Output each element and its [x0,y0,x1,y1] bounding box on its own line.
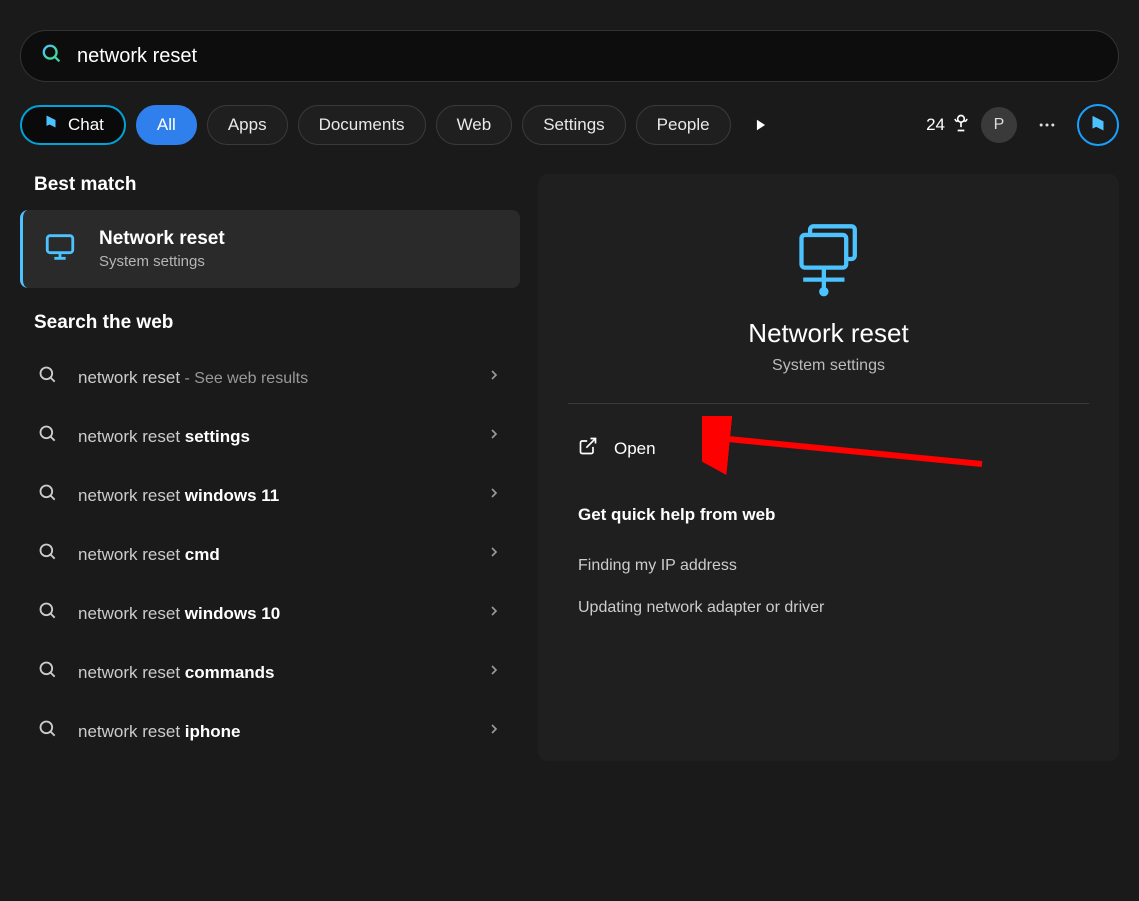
user-avatar[interactable]: P [981,107,1017,143]
help-item[interactable]: Finding my IP address [568,545,1089,587]
web-result-text: network reset settings [78,427,466,447]
web-result-text: network reset cmd [78,545,466,565]
search-icon [38,424,58,449]
chevron-right-icon [486,367,502,388]
detail-panel: Network reset System settings Open Get q… [538,174,1119,761]
web-result-text: network reset iphone [78,722,466,742]
search-icon [38,542,58,567]
search-icon [38,365,58,390]
search-input[interactable] [77,45,1098,68]
open-label: Open [614,439,656,459]
best-match-item[interactable]: Network reset System settings [20,210,520,288]
web-result-item[interactable]: network reset cmd [20,525,520,584]
divider [568,403,1089,404]
web-result-item[interactable]: network reset windows 11 [20,466,520,525]
web-result-item[interactable]: network reset - See web results [20,348,520,407]
filter-apps[interactable]: Apps [207,105,288,145]
points-value: 24 [926,115,945,135]
web-result-text: network reset commands [78,663,466,683]
best-match-title: Network reset [99,228,225,250]
web-result-text: network reset windows 10 [78,604,466,624]
quick-help-header: Get quick help from web [568,505,1089,525]
web-result-item[interactable]: network reset commands [20,643,520,702]
search-icon [38,719,58,744]
external-link-icon [578,436,598,461]
bing-chat-icon [42,114,60,137]
rewards-points[interactable]: 24 [926,113,971,138]
bing-chat-button[interactable] [1077,104,1119,146]
help-list: Finding my IP addressUpdating network ad… [568,545,1089,629]
filter-all[interactable]: All [136,105,197,145]
filter-settings[interactable]: Settings [522,105,625,145]
search-web-header: Search the web [20,312,520,334]
open-button[interactable]: Open [568,428,1089,469]
trophy-icon [951,113,971,138]
chat-pill[interactable]: Chat [20,105,126,145]
search-icon [38,483,58,508]
filter-documents[interactable]: Documents [298,105,426,145]
web-result-item[interactable]: network reset settings [20,407,520,466]
chat-label: Chat [68,115,104,135]
filter-row: Chat All Apps Documents Web Settings Peo… [20,104,1119,146]
web-result-text: network reset windows 11 [78,486,466,506]
chevron-right-icon [486,426,502,447]
monitor-icon [43,230,77,269]
web-result-text: network reset - See web results [78,368,466,388]
chevron-right-icon [486,721,502,742]
search-bar[interactable] [20,30,1119,82]
filter-people[interactable]: People [636,105,731,145]
panel-title: Network reset [568,318,1089,349]
best-match-subtitle: System settings [99,253,225,270]
arrow-annotation [702,416,992,476]
network-reset-icon [784,214,874,304]
more-filters-icon[interactable] [741,105,781,145]
more-icon[interactable] [1027,105,1067,145]
chevron-right-icon [486,544,502,565]
search-icon [38,660,58,685]
best-match-header: Best match [20,174,520,196]
filter-web[interactable]: Web [436,105,513,145]
help-item[interactable]: Updating network adapter or driver [568,587,1089,629]
content: Best match Network reset System settings… [20,174,1119,761]
left-column: Best match Network reset System settings… [20,174,520,761]
web-results-list: network reset - See web results network … [20,348,520,761]
chevron-right-icon [486,485,502,506]
chevron-right-icon [486,662,502,683]
web-result-item[interactable]: network reset iphone [20,702,520,761]
search-icon [41,43,63,70]
search-icon [38,601,58,626]
web-result-item[interactable]: network reset windows 10 [20,584,520,643]
chevron-right-icon [486,603,502,624]
panel-subtitle: System settings [568,357,1089,375]
